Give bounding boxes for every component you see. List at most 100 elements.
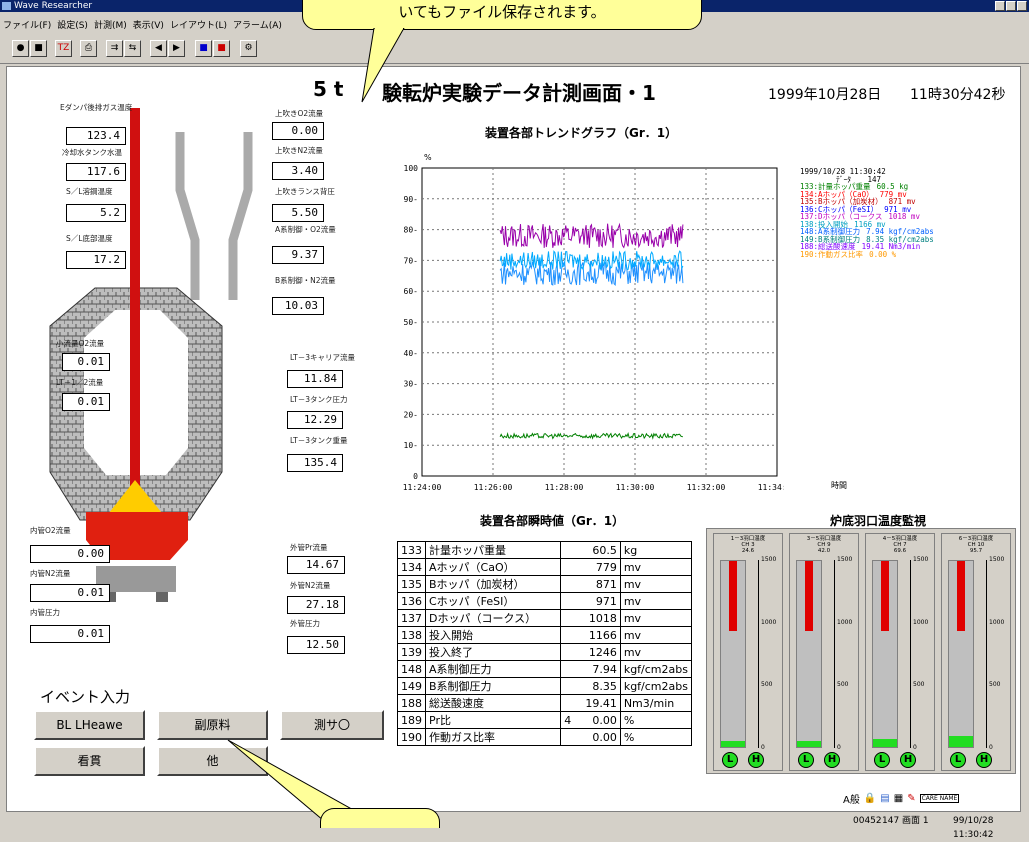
in-o2-value: 0.00 [30,545,110,563]
y-tick-label: 30- [404,380,418,389]
menu-file[interactable]: ファイル(F) [3,18,51,31]
grid-icon[interactable]: ▦ [894,793,903,804]
instant-cell: 189 [397,711,426,729]
x-tick-label: 11:30:00 [616,483,655,492]
close-icon[interactable] [1017,1,1027,11]
instant-cell [560,592,575,610]
callout-top: いてもファイル保存されます。 [302,0,702,30]
trend-y-unit: % [424,153,432,162]
lt3-carrier-value: 11.84 [287,370,343,388]
top-o2-value: 0.00 [272,122,324,140]
instant-row: 137 Dホッパ（コークス） 1018 mv [397,609,693,627]
instant-cell: 139 [397,643,426,661]
callout-bottom [320,808,440,828]
db-icon[interactable]: ▤ [880,793,889,804]
menu-alarm[interactable]: アラーム(A) [233,18,282,31]
care-name-button[interactable]: CARE NAME [919,793,960,803]
gauge-value: 24.6 [741,548,755,554]
window-controls[interactable] [995,1,1027,11]
instant-cell: 1166 [574,626,621,644]
gauge-value: 95.7 [969,548,983,554]
instant-cell: Cホッパ（FeSI） [424,592,562,610]
gauge-tick-label: 1500 [913,556,929,563]
instant-cell: 8.35 [574,677,621,695]
out-n2-label: 外管N2流量 [290,581,331,590]
menu-view[interactable]: 表示(V) [133,18,164,31]
instant-cell: 134 [397,558,426,576]
gauge-fill [873,739,897,747]
weigh-button[interactable]: 看貫 [34,746,145,776]
config-button[interactable]: ⚙ [240,40,257,57]
instant-cell: 総送酸速度 [424,694,562,712]
print-button[interactable]: ⎙ [80,40,97,57]
prev-button[interactable]: ◀ [150,40,167,57]
a-general-button[interactable]: A般 [843,791,860,806]
sl-bottom-label: S／L底部温度 [66,234,113,243]
gauge-tube [872,560,898,748]
event-input-title: イベント入力 [40,688,131,706]
instant-cell: kg [619,541,693,559]
instant-cell: 7.94 [574,660,621,678]
menu-layout[interactable]: レイアウト(L) [170,18,227,31]
y-tick-label: 60- [404,287,418,296]
instant-cell: Bホッパ（加炭材） [424,575,562,593]
instant-row: 135 Bホッパ（加炭材） 871 mv [397,575,693,593]
screen1-button[interactable]: ■ [195,40,212,57]
lt1-n2-label: LT－1／2流量 [56,378,104,387]
instant-cell: Dホッパ（コークス） [424,609,562,627]
instant-cell: mv [619,592,693,610]
instant-cell: 投入終了 [424,643,562,661]
instant-cell: 148 [397,660,426,678]
lock-icon[interactable]: 🔒 [864,793,876,804]
gauge-value: 69.6 [893,548,907,554]
lance-back-value: 5.50 [272,204,324,222]
gauge-tick-label: 1000 [989,618,1005,626]
export-button[interactable]: ⇉ [106,40,123,57]
high-lamp: H [748,752,764,768]
legend-item: 190:作動ガス比率 0.00 % [800,250,934,259]
instant-cell: mv [619,575,693,593]
tz-button[interactable]: TZ [55,40,72,57]
gauge-tick-label: 1000 [837,618,853,626]
instant-row: 133 計量ホッパ重量 60.5 kg [397,541,693,559]
sl-cast-value: 5.2 [66,204,126,222]
record-button[interactable]: ● [12,40,29,57]
instant-row: 134 Aホッパ（CaO） 779 mv [397,558,693,576]
transfer-button[interactable]: ⇆ [124,40,141,57]
page-time: 11時30分42秒 [910,87,1006,103]
lt3-tank-w-value: 135.4 [287,454,343,472]
screen2-button[interactable]: ■ [213,40,230,57]
page-title-prefix: 5 t [313,77,344,101]
small-o2-value: 0.01 [62,353,110,371]
menu-settings[interactable]: 設定(S) [57,18,88,31]
instant-cell: 19.41 [574,694,621,712]
in-p-value: 0.01 [30,625,110,643]
alarm-zone [729,561,737,631]
gauge-tick-label: 500 [989,681,1001,689]
x-tick-label: 11:32:00 [687,483,726,492]
instant-values-table: 133 計量ホッパ重量 60.5 kg 134 Aホッパ（CaO） 779 mv 135 Bホッパ… [397,541,693,746]
instant-title: 装置各部瞬時値（Gr．1） [480,514,625,528]
instant-cell: mv [619,558,693,576]
instant-cell: kgf/cm2abs [619,660,693,678]
instant-cell [560,677,575,695]
bl-button[interactable]: BL LHeawe [34,710,145,740]
maximize-icon[interactable] [1006,1,1016,11]
cooling-tank-label: 冷却水タンク水温 [62,148,122,157]
menu-measure[interactable]: 計測(M) [94,18,127,31]
app-icon [2,2,11,10]
high-lamp: H [900,752,916,768]
tuyere-gauge: 6－3羽口温度 CH 10 95.7 1500 1000 500 0 L H [941,533,1011,771]
gauge-axis [758,560,759,748]
next-button[interactable]: ▶ [168,40,185,57]
high-lamp: H [976,752,992,768]
pen-icon[interactable]: ✎ [907,793,915,804]
minimize-icon[interactable] [995,1,1005,11]
y-tick-label: 50- [404,318,418,327]
instant-row: 138 投入開始 1166 mv [397,626,693,644]
in-n2-label: 内管N2流量 [30,569,71,578]
instant-row: 149 B系制御圧力 8.35 kgf/cm2abs [397,677,693,695]
callout-top-pointer [361,28,405,103]
b-n2-value: 10.03 [272,297,324,315]
stop-button[interactable]: ■ [30,40,47,57]
